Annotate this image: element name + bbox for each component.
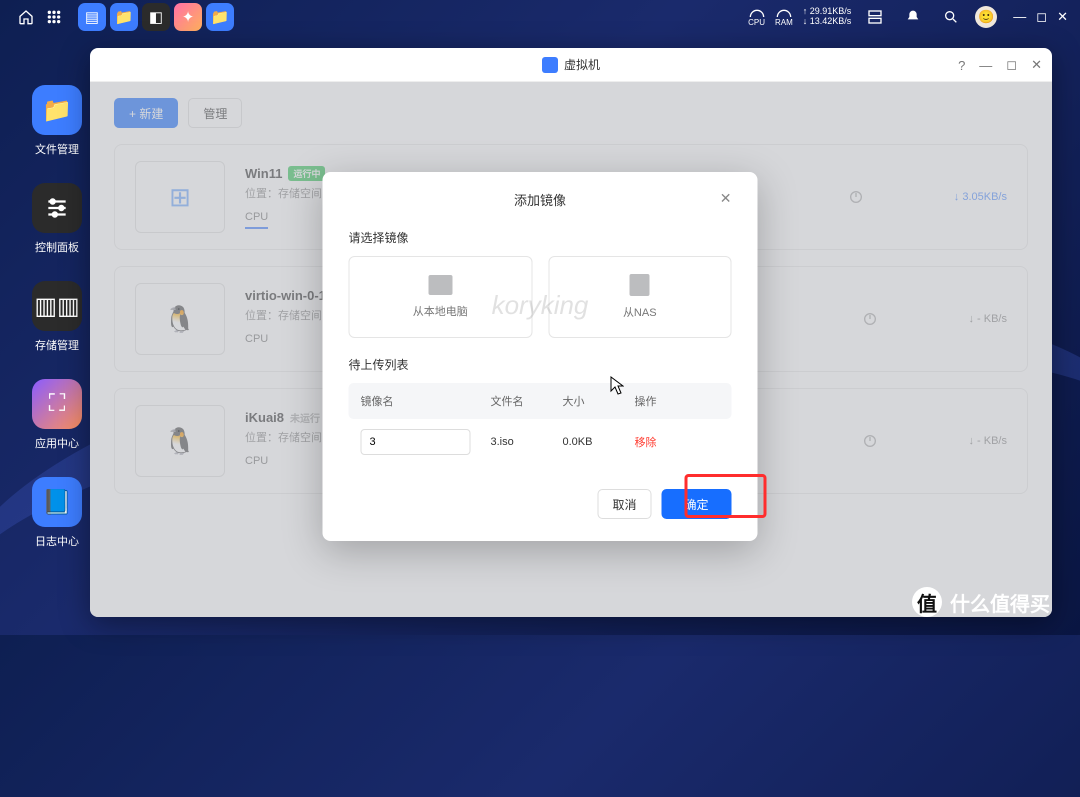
- win-minimize-icon[interactable]: —: [979, 58, 992, 73]
- site-watermark: 值 什么值得买: [912, 587, 1050, 617]
- image-name-input[interactable]: [361, 429, 471, 455]
- taskbar-app-3[interactable]: ◧: [142, 3, 170, 31]
- os-maximize-icon[interactable]: ◻: [1036, 9, 1047, 25]
- add-image-modal: 添加镜像 ✕ koryking 请选择镜像 从本地电脑 从NAS 待上传列表 镜…: [323, 172, 758, 541]
- os-minimize-icon[interactable]: —: [1013, 9, 1026, 25]
- server-icon[interactable]: [867, 9, 883, 25]
- source-nas-option[interactable]: 从NAS: [548, 256, 732, 338]
- brand-badge-icon: 值: [912, 587, 942, 617]
- dock-file-manager[interactable]: 📁 文件管理: [32, 85, 82, 157]
- modal-close-icon[interactable]: ✕: [720, 190, 732, 207]
- dock-label: 应用中心: [35, 435, 79, 451]
- row-remove-link[interactable]: 移除: [635, 434, 695, 450]
- bell-icon[interactable]: [905, 9, 921, 25]
- section-queue-label: 待上传列表: [349, 356, 732, 373]
- win-close-icon[interactable]: ✕: [1031, 57, 1042, 73]
- confirm-button[interactable]: 确定: [661, 489, 731, 519]
- sliders-icon: [32, 183, 82, 233]
- taskbar-pinned: ▤ 📁 ◧ ✦ 📁: [78, 3, 234, 31]
- window-title: 虚拟机: [564, 56, 600, 73]
- user-avatar[interactable]: 🙂: [975, 6, 997, 28]
- cpu-label: CPU: [748, 18, 765, 27]
- taskbar-app-2[interactable]: 📁: [110, 3, 138, 31]
- os-close-icon[interactable]: ✕: [1057, 9, 1068, 25]
- dock-log-center[interactable]: 📘 日志中心: [32, 477, 82, 549]
- taskbar-app-5[interactable]: 📁: [206, 3, 234, 31]
- dock-label: 文件管理: [35, 141, 79, 157]
- brand-text: 什么值得买: [950, 588, 1050, 617]
- modal-title: 添加镜像: [514, 193, 566, 208]
- nas-icon: [630, 274, 650, 296]
- window-titlebar: 虚拟机 ? — ◻ ✕: [90, 48, 1052, 82]
- search-icon[interactable]: [943, 9, 959, 25]
- cpu-meter: CPU: [748, 8, 765, 27]
- pc-icon: [428, 275, 452, 295]
- taskbar-app-4[interactable]: ✦: [174, 3, 202, 31]
- row-size: 0.0KB: [563, 436, 635, 448]
- app-icon: [542, 57, 558, 73]
- cancel-button[interactable]: 取消: [597, 489, 651, 519]
- system-topbar: ▤ 📁 ◧ ✦ 📁 CPU RAM ↑ 29.91KB/s ↓ 13.42KB/…: [0, 0, 1080, 34]
- dock-label: 控制面板: [35, 239, 79, 255]
- desktop-dock: 📁 文件管理 控制面板 ▥▥ 存储管理 ⛶ 应用中心 📘 日志中心: [32, 85, 82, 549]
- source-nas-label: 从NAS: [623, 304, 657, 320]
- upload-table-row: 3.iso 0.0KB 移除: [349, 419, 732, 465]
- dock-app-center[interactable]: ⛶ 应用中心: [32, 379, 82, 451]
- hdd-icon: ▥▥: [32, 281, 82, 331]
- ram-label: RAM: [775, 18, 793, 27]
- folder-icon: 📁: [32, 85, 82, 135]
- row-file: 3.iso: [491, 436, 563, 448]
- source-local-option[interactable]: 从本地电脑: [349, 256, 533, 338]
- col-file: 文件名: [491, 393, 563, 409]
- network-speed: ↑ 29.91KB/s ↓ 13.42KB/s: [803, 7, 852, 27]
- dock-storage[interactable]: ▥▥ 存储管理: [32, 281, 82, 353]
- home-icon[interactable]: [18, 9, 34, 25]
- win-maximize-icon[interactable]: ◻: [1006, 57, 1017, 73]
- upload-table-header: 镜像名 文件名 大小 操作: [349, 383, 732, 419]
- dock-label: 日志中心: [35, 533, 79, 549]
- dock-label: 存储管理: [35, 337, 79, 353]
- section-source-label: 请选择镜像: [349, 229, 732, 246]
- os-window-controls: — ◻ ✕: [1013, 9, 1068, 25]
- puzzle-icon: ⛶: [32, 379, 82, 429]
- source-local-label: 从本地电脑: [413, 303, 468, 319]
- col-name: 镜像名: [361, 393, 491, 409]
- mouse-cursor-icon: [610, 376, 624, 396]
- taskbar-app-1[interactable]: ▤: [78, 3, 106, 31]
- apps-grid-icon[interactable]: [46, 9, 62, 25]
- ram-meter: RAM: [775, 8, 793, 27]
- dock-control-panel[interactable]: 控制面板: [32, 183, 82, 255]
- col-op: 操作: [635, 393, 695, 409]
- net-down: ↓ 13.42KB/s: [803, 17, 852, 27]
- help-icon[interactable]: ?: [958, 58, 965, 73]
- book-icon: 📘: [32, 477, 82, 527]
